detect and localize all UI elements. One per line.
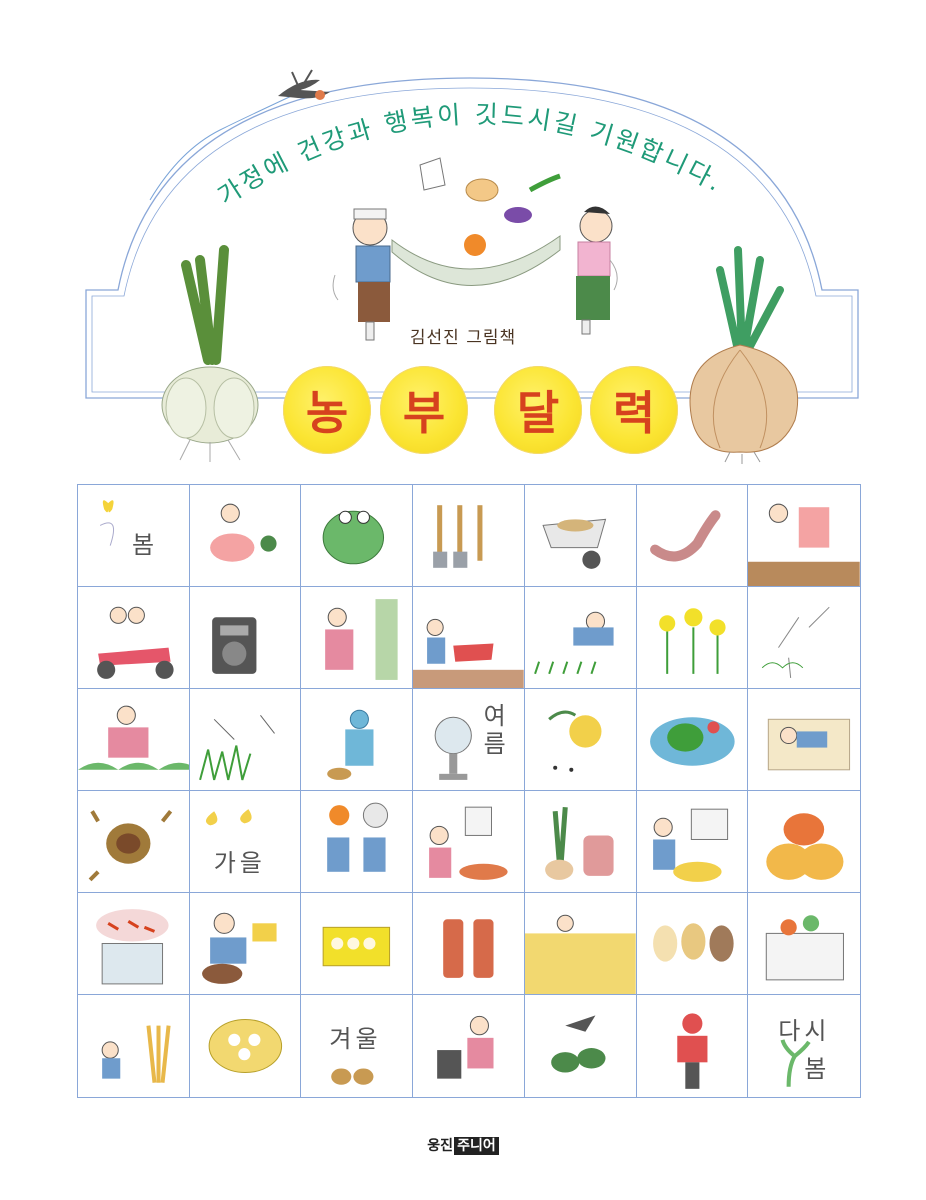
illustration-cell-melon-ants: [524, 689, 637, 791]
man-repairing-icon: [201, 912, 277, 984]
puppies-icon: [652, 923, 734, 962]
illustration-cell-woman-planting: [748, 485, 860, 587]
frog-icon: [323, 510, 385, 565]
onion-illustration: [689, 246, 799, 464]
woman-sprinkling-icon: [325, 599, 399, 680]
oil-bottles-icon: [443, 919, 494, 978]
calendar-grid: 봄 여름 가을 겨울 다시 봄: [77, 484, 861, 1098]
illustration-cell-summer-nap: [748, 689, 860, 791]
bird-on-plant-icon: [551, 1015, 606, 1073]
publisher-name: 웅진: [427, 1138, 454, 1154]
illustration-cell-garden-tools: [413, 485, 525, 587]
table-dishes-icon: [208, 1018, 282, 1074]
illustration-cell-butterfly-spring: 봄: [78, 485, 190, 587]
illustration-cell-pumpkins: [748, 791, 860, 893]
illustration-cell-sprout-again: 다시봄: [748, 995, 860, 1097]
dandelion-seeds-icon: [762, 606, 830, 678]
title-char-1: 농: [283, 366, 371, 454]
illustration-cell-child-straw: [78, 995, 190, 1097]
author-line: 김선진 그림책: [409, 328, 517, 348]
illustration-cell-chili-sack: [78, 893, 190, 995]
chili-sack-icon: [96, 909, 169, 985]
illustration-cell-wheelbarrow: [524, 485, 637, 587]
illustration-cell-bird-on-plant: [525, 995, 637, 1097]
farmer-raking-icon: [652, 808, 728, 882]
illustration-cell-farmer-rice-planting: [524, 587, 637, 689]
woman-pouring-icon: [429, 806, 508, 880]
title-char-2: 부: [380, 366, 468, 454]
title-char-4: 력: [590, 366, 678, 454]
woman-field-icon: [78, 705, 189, 770]
illustration-cell-fan-summer: 여름: [413, 689, 525, 791]
season-label-autumn: 가을: [213, 849, 266, 877]
illustration-cell-earthworm: [636, 485, 749, 587]
illustration-cell-man-repairing: [189, 893, 302, 995]
illustration-cell-shoes-winter: 겨울: [301, 995, 414, 1097]
season-label-again_spring: 봄: [804, 1055, 831, 1083]
illustration-cell-farmer-raking: [636, 791, 749, 893]
farmer-rain-icon: [327, 709, 374, 780]
illustration-cell-farmer-winter-bike: [637, 995, 749, 1097]
illustration-cell-chestnut: [78, 791, 190, 893]
earthworm-icon: [649, 510, 721, 562]
illustration-cell-woman-field: [78, 689, 190, 791]
illustration-cell-woman-sprinkling: [301, 587, 414, 689]
illustration-cell-oil-bottles: [413, 893, 525, 995]
chestnut-icon: [88, 809, 173, 882]
woman-weeding-icon: [209, 503, 277, 562]
dragonflies-icon: [198, 714, 275, 781]
swallow-icon: [278, 69, 330, 100]
illustration-cell-frog: [301, 485, 414, 587]
scallion-basket-icon: [544, 806, 614, 880]
illustration-cell-produce-box: [748, 893, 860, 995]
woman-planting-icon: [748, 503, 860, 586]
season-label-spring: 봄: [132, 531, 159, 559]
illustration-cell-farmer-rain: [301, 689, 414, 791]
publisher-tag: 주니어: [454, 1137, 499, 1155]
produce-box-icon: [766, 915, 845, 981]
garden-tools-icon: [433, 505, 483, 568]
radio-icon: [211, 617, 257, 674]
couple-net-illustration: [352, 157, 613, 341]
woman-cooking-icon: [437, 1015, 494, 1079]
season-label-again: 다시: [778, 1017, 831, 1045]
season-label-winter: 겨울: [329, 1025, 382, 1053]
illustration-cell-couple-harvest: [301, 791, 414, 893]
illustration-cell-rapeseed-flowers: [636, 587, 749, 689]
illustration-cell-dragonflies: [189, 689, 302, 791]
pumpkins-icon: [766, 813, 844, 880]
illustration-cell-scallion-basket: [524, 791, 637, 893]
rapeseed-flowers-icon: [658, 608, 726, 674]
child-straw-icon: [101, 1025, 171, 1083]
illustration-cell-woman-weeding: [189, 485, 302, 587]
publisher-logo: 웅진 주니어: [0, 1135, 926, 1155]
illustration-cell-woman-cooking: [413, 995, 525, 1097]
illustration-cell-couple-motorbike: [78, 587, 190, 689]
illustration-cell-table-dishes: [190, 995, 302, 1097]
illustration-cell-ginkgo-autumn: 가을: [189, 791, 302, 893]
garlic-illustration: [161, 245, 259, 462]
wheelbarrow-icon: [542, 518, 607, 569]
season-label-summer: 여름: [478, 703, 507, 759]
farmer-tiller-icon: [413, 618, 524, 688]
rice-field-harvest-icon: [524, 914, 636, 994]
illustration-cell-dandelion-seeds: [748, 587, 860, 689]
illustration-cell-woman-pouring: [413, 791, 525, 893]
farmer-rice-planting-icon: [533, 611, 614, 675]
watermelon-bowl-icon: [649, 717, 735, 766]
couple-harvest-icon: [327, 802, 389, 872]
title-char-3: 달: [494, 366, 582, 454]
illustration-cell-farmer-tiller: [413, 587, 525, 689]
egg-crate-icon: [323, 926, 391, 967]
illustration-cell-rice-field-harvest: [524, 893, 637, 995]
couple-motorbike-icon: [97, 606, 174, 679]
illustration-cell-radio: [189, 587, 302, 689]
illustration-cell-egg-crate: [301, 893, 414, 995]
illustration-cell-puppies: [636, 893, 749, 995]
summer-nap-icon: [768, 718, 851, 771]
illustration-cell-watermelon-bowl: [636, 689, 749, 791]
farmer-winter-bike-icon: [676, 1013, 708, 1089]
melon-ants-icon: [548, 710, 602, 772]
